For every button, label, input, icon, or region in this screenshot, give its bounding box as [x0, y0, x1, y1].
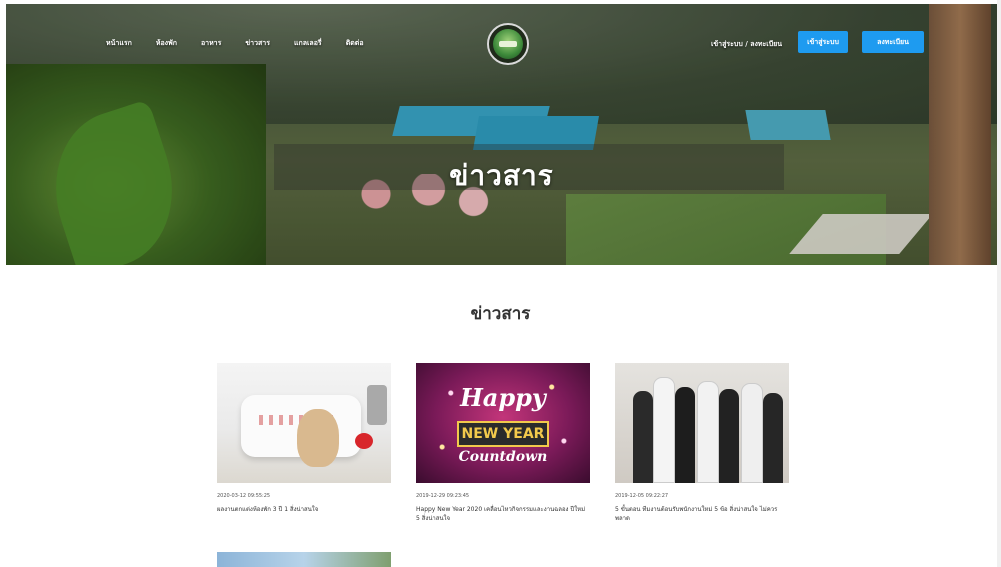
- section-title: ข่าวสาร: [470, 304, 531, 324]
- news-card[interactable]: 2019-12-05 09:22:27 5 ขั้นตอน ทีมงานต้อน…: [615, 363, 789, 523]
- nav-item-gallery[interactable]: แกลเลอรี่: [294, 38, 322, 49]
- news-title[interactable]: Happy New Year 2020 เคลื่อนไหวกิจกรรมและ…: [416, 505, 590, 523]
- news-date: 2019-12-29 09:23:45: [416, 493, 470, 499]
- person-figure: [633, 391, 653, 483]
- nav-item-news[interactable]: ข่าวสาร: [245, 38, 270, 49]
- nav-item-home[interactable]: หน้าแรก: [106, 38, 132, 49]
- hero-title: ข่าวสาร: [449, 159, 554, 192]
- person-figure: [741, 383, 763, 483]
- lamp-shape: [367, 385, 387, 425]
- news-title[interactable]: 5 ขั้นตอน ทีมงานต้อนรับพนักงานใหม่ 5 ข้อ…: [615, 505, 789, 523]
- person-figure: [675, 387, 695, 483]
- nav-item-food[interactable]: อาหาร: [201, 38, 221, 49]
- news-thumbnail[interactable]: [615, 363, 789, 483]
- teddy-bear-shape: [297, 409, 339, 467]
- news-title[interactable]: ผลงานตกแต่งห้องพัก 3 ปี 1 สิ่งน่าสนใจ: [217, 505, 391, 514]
- login-button[interactable]: เข้าสู่ระบบ: [798, 31, 848, 53]
- countdown-lettering: Countdown: [458, 449, 548, 465]
- person-figure: [697, 381, 719, 483]
- logo-mark: [499, 41, 517, 47]
- site-logo[interactable]: [487, 23, 529, 65]
- hero-banner: ข่าวสาร หน้าแรก ห้องพัก อาหาร ข่าวสาร แก…: [6, 4, 997, 265]
- news-thumbnail-partial[interactable]: [217, 552, 391, 567]
- register-button[interactable]: ลงทะเบียน: [862, 31, 924, 53]
- news-date: 2019-12-05 09:22:27: [615, 493, 669, 499]
- nav-item-contact[interactable]: ติดต่อ: [346, 38, 364, 49]
- person-figure: [719, 389, 739, 483]
- new-year-plaque: NEW YEAR: [457, 421, 549, 447]
- page-scrollbar[interactable]: [997, 0, 1001, 567]
- news-card[interactable]: Happy NEW YEAR Countdown 2019-12-29 09:2…: [416, 363, 590, 523]
- news-thumbnail[interactable]: Happy NEW YEAR Countdown: [416, 363, 590, 483]
- logo-emblem-icon: [493, 29, 523, 59]
- heart-icon: [355, 433, 373, 449]
- news-thumbnail[interactable]: [217, 363, 391, 483]
- auth-link[interactable]: เข้าสู่ระบบ / ลงทะเบียน: [711, 39, 782, 50]
- news-card[interactable]: 2020-03-12 09:55:25 ผลงานตกแต่งห้องพัก 3…: [217, 363, 391, 514]
- person-figure: [763, 393, 783, 483]
- news-date: 2020-03-12 09:55:25: [217, 493, 271, 499]
- nav-item-rooms[interactable]: ห้องพัก: [156, 38, 177, 49]
- happy-lettering: Happy: [460, 383, 546, 412]
- main-nav: หน้าแรก ห้องพัก อาหาร ข่าวสาร แกลเลอรี่ …: [106, 38, 364, 49]
- person-figure: [653, 377, 675, 483]
